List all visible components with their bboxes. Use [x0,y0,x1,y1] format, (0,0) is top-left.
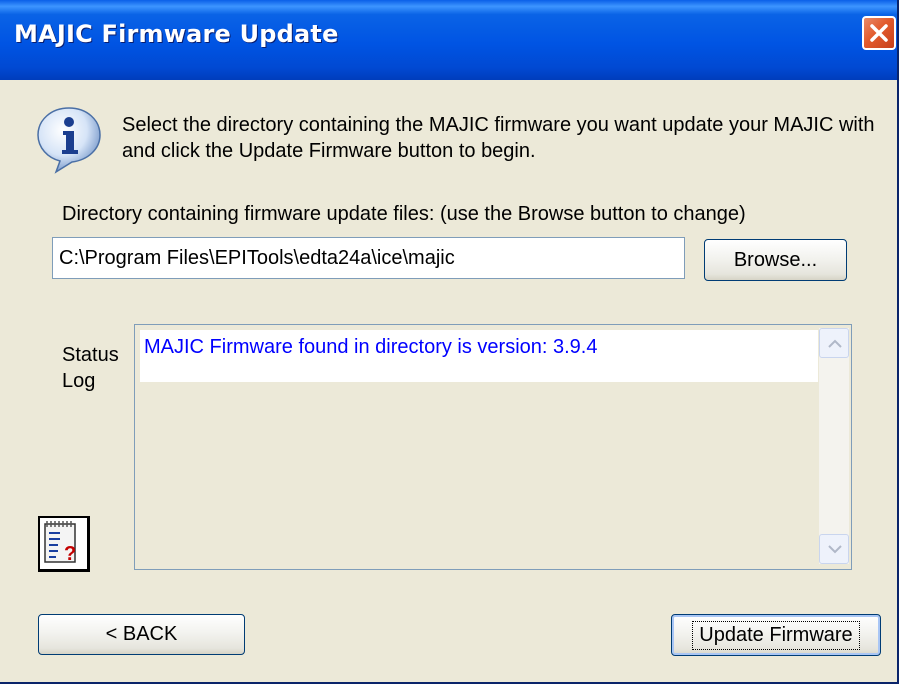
firmware-update-dialog: MAJIC Firmware Update Select the directo… [0,0,899,684]
info-icon [34,104,104,174]
close-button[interactable] [862,16,896,50]
chevron-down-icon [828,545,842,554]
help-notes-button[interactable]: ? [38,516,90,572]
status-log-list[interactable]: MAJIC Firmware found in directory is ver… [134,324,852,570]
update-firmware-label: Update Firmware [692,620,860,650]
directory-label: Directory containing firmware update fil… [62,203,746,225]
directory-path-input[interactable] [52,237,685,279]
title-bar[interactable]: MAJIC Firmware Update [0,0,897,80]
intro-text: Select the directory containing the MAJI… [122,114,875,162]
status-log-scrollbar[interactable] [819,328,849,564]
notepad-help-icon: ? [44,521,76,565]
back-button[interactable]: < BACK [38,614,245,655]
status-log-label: Status Log [62,344,119,392]
window-title: MAJIC Firmware Update [14,20,339,48]
scroll-down-button[interactable] [819,534,849,564]
chevron-up-icon [828,339,842,348]
browse-button[interactable]: Browse... [704,239,847,281]
scroll-up-button[interactable] [819,328,849,358]
close-icon [870,24,888,42]
status-log-entry: MAJIC Firmware found in directory is ver… [140,330,818,382]
svg-text:?: ? [64,543,76,565]
update-firmware-button[interactable]: Update Firmware [671,614,881,656]
